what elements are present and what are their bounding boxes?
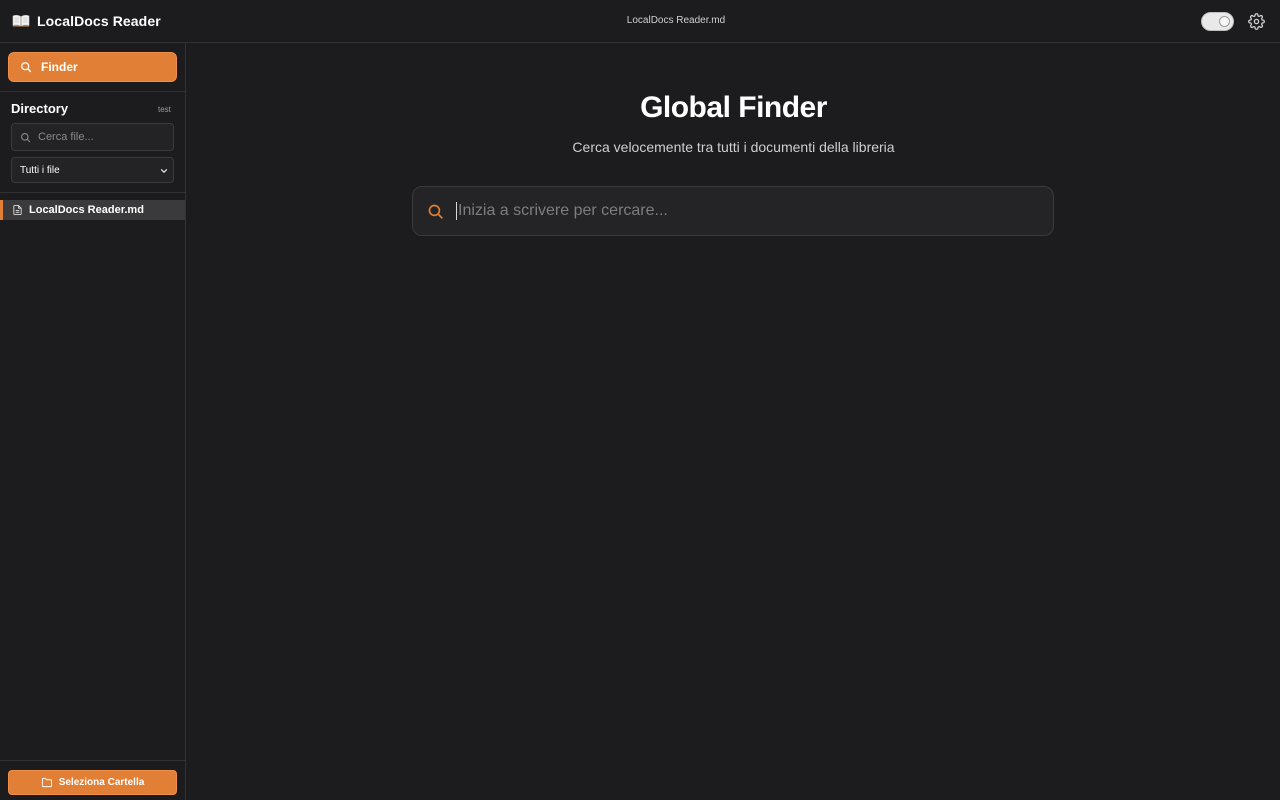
top-bar: LocalDocs Reader LocalDocs Reader.md: [0, 0, 1280, 43]
select-folder-label: Seleziona Cartella: [58, 777, 145, 788]
divider: [0, 760, 186, 761]
gear-icon[interactable]: [1248, 13, 1265, 30]
document-title: LocalDocs Reader.md: [626, 15, 726, 26]
divider: [0, 91, 186, 92]
finder-label: Finder: [41, 60, 78, 74]
select-folder-button[interactable]: Seleziona Cartella: [8, 770, 177, 795]
directory-tag: test: [158, 105, 171, 114]
directory-title: Directory: [11, 101, 69, 116]
search-icon: [428, 204, 443, 219]
file-name: LocalDocs Reader.md: [29, 204, 144, 216]
divider: [0, 192, 186, 193]
file-search-field[interactable]: [11, 123, 174, 151]
search-icon: [21, 132, 31, 142]
active-indicator: [0, 200, 3, 220]
page-title: Global Finder: [640, 91, 827, 124]
theme-toggle[interactable]: [1201, 12, 1234, 31]
file-filter-select[interactable]: Tutti i file: [11, 157, 174, 183]
file-search-input[interactable]: [38, 131, 158, 143]
global-search-input[interactable]: [456, 202, 1026, 220]
sidebar: Finder Directory test Tutti i file Local…: [0, 43, 186, 800]
file-icon: [13, 204, 22, 216]
file-list-item[interactable]: LocalDocs Reader.md: [0, 200, 185, 220]
page-subtitle: Cerca velocemente tra tutti i documenti …: [572, 139, 895, 155]
main-panel: Global Finder Cerca velocemente tra tutt…: [187, 43, 1280, 800]
search-icon: [21, 62, 32, 73]
folder-icon: [41, 777, 52, 788]
finder-button[interactable]: Finder: [8, 52, 177, 82]
chevron-down-icon: [160, 169, 168, 173]
filter-selected-value: Tutti i file: [20, 164, 60, 176]
global-search-field[interactable]: [412, 186, 1054, 236]
toggle-knob: [1219, 16, 1230, 27]
